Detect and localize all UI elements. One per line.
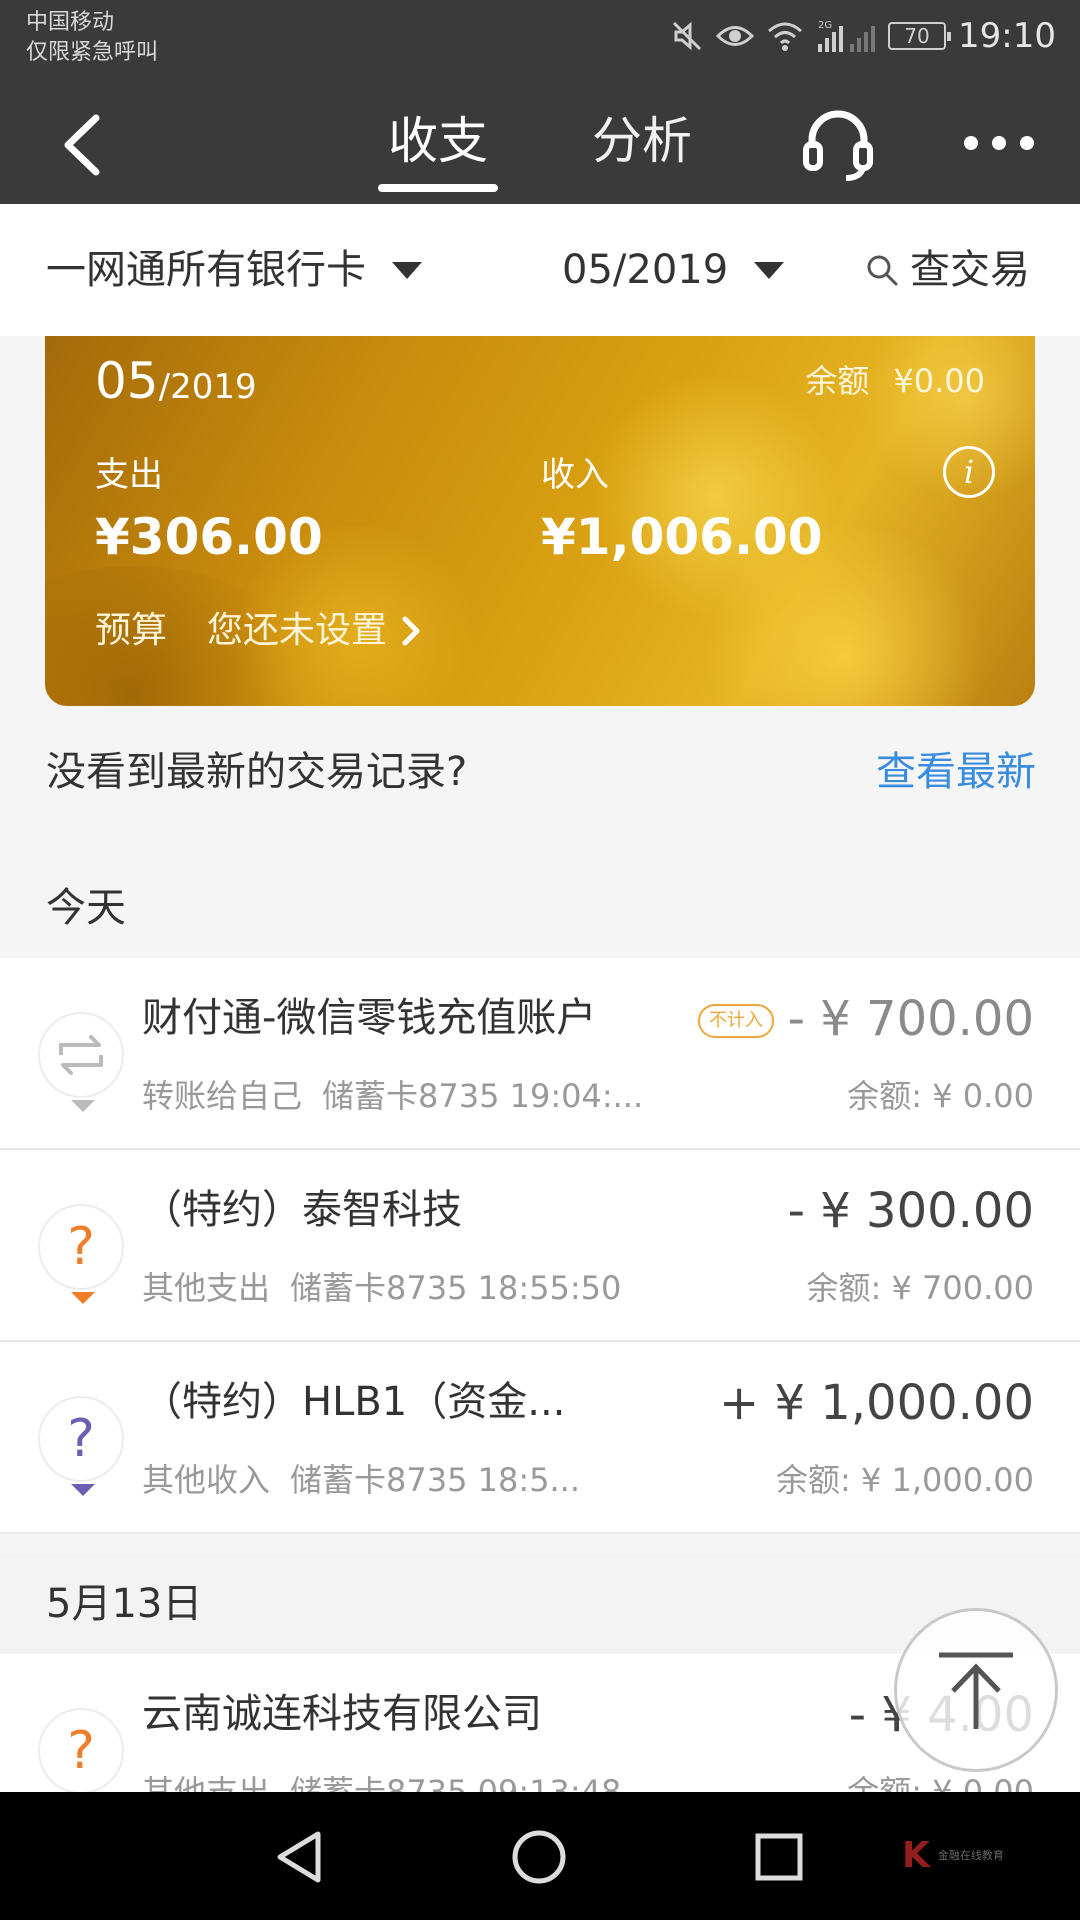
caret-down-icon — [392, 261, 422, 279]
search-transactions-label: 查交易 — [910, 247, 1030, 293]
more-icon-dot — [992, 136, 1006, 150]
icon-pointer — [71, 1292, 95, 1304]
transaction-title: 云南诚连科技有限公司 — [142, 1691, 542, 1737]
summary-balance: 余额 ¥0.00 — [805, 356, 985, 406]
system-back-button[interactable] — [264, 1822, 334, 1892]
transaction-amount: - ¥ 700.00 — [787, 991, 1034, 1047]
month-filter-dropdown[interactable]: 05/2019 — [562, 242, 785, 298]
info-icon[interactable]: i — [943, 446, 995, 498]
arrow-up-icon — [939, 1652, 1013, 1729]
transaction-account: 储蓄卡8735 18:55:50 — [290, 1269, 622, 1307]
carrier-info: 中国移动 仅限紧急呼叫 — [26, 8, 158, 68]
watermark: K 金融在线教育 — [902, 1836, 1004, 1876]
eye-icon — [716, 19, 755, 53]
transaction-category: 其他收入 — [142, 1461, 271, 1499]
question-icon: ? — [38, 1708, 124, 1808]
transaction-row[interactable]: ? （特约）HLB1（资金... 其他收入 储蓄卡8735 18:5... + ¥… — [0, 1342, 1080, 1534]
view-latest-link[interactable]: 查看最新 — [876, 744, 1036, 800]
status-icons: 2G 70 19:10 — [670, 10, 1056, 62]
month-filter-label: 05/2019 — [562, 247, 729, 293]
expense-amount: ¥306.00 — [95, 508, 323, 566]
transaction-account: 储蓄卡8735 18:5... — [290, 1461, 581, 1499]
customer-service-button[interactable] — [798, 104, 878, 184]
caret-down-icon — [754, 261, 785, 279]
summary-year: /2019 — [158, 367, 257, 407]
income-amount: ¥1,006.00 — [541, 508, 823, 566]
tab-analysis[interactable]: 分析 — [592, 106, 692, 176]
filter-row: 一网通所有银行卡 05/2019 查交易 — [0, 204, 1080, 336]
balance-value: ¥0.00 — [893, 362, 985, 400]
expense-label: 支出 — [95, 455, 163, 495]
refresh-prompt: 没看到最新的交易记录? — [46, 749, 468, 795]
transaction-details: 其他支出 储蓄卡8735 18:55:50 — [142, 1266, 621, 1310]
icon-pointer — [71, 1100, 95, 1112]
carrier-name: 中国移动 — [26, 10, 115, 35]
status-clock: 19:10 — [958, 16, 1056, 56]
system-navigation-bar: K 金融在线教育 — [0, 1792, 1080, 1920]
triangle-back-icon — [277, 1831, 321, 1883]
transaction-details: 其他收入 储蓄卡8735 18:5... — [142, 1458, 580, 1502]
transaction-balance: 余额: ¥ 0.00 — [847, 1077, 1034, 1115]
chevron-right-icon — [402, 616, 420, 646]
watermark-logo: K — [902, 1835, 930, 1876]
system-home-button[interactable] — [504, 1822, 574, 1892]
income-label: 收入 — [541, 455, 609, 495]
budget-label: 预算 — [95, 610, 168, 651]
watermark-text: 金融在线教育 — [937, 1849, 1004, 1862]
active-tab-indicator — [378, 184, 498, 192]
more-button[interactable] — [964, 128, 1034, 158]
question-icon: ? — [38, 1396, 124, 1496]
tab-income-expense[interactable]: 收支 — [388, 106, 488, 176]
excluded-badge: 不计入 — [698, 1004, 774, 1038]
card-filter-label: 一网通所有银行卡 — [46, 247, 366, 293]
budget-status: 您还未设置 — [207, 610, 388, 651]
search-icon — [867, 255, 898, 286]
transaction-details: 转账给自己 储蓄卡8735 19:04:... — [142, 1074, 643, 1118]
transaction-amount: - ¥ 300.00 — [787, 1183, 1034, 1239]
transaction-account: 储蓄卡8735 19:04:... — [322, 1077, 644, 1115]
budget-setting-link[interactable]: 预算 您还未设置 — [95, 606, 421, 656]
circle-home-icon — [512, 1830, 566, 1884]
transaction-category: 其他支出 — [142, 1269, 271, 1307]
refresh-row: 没看到最新的交易记录? 查看最新 — [46, 744, 1036, 800]
square-recents-icon — [755, 1833, 803, 1881]
icon-pointer — [71, 1484, 95, 1496]
transaction-title: （特约）HLB1（资金... — [142, 1379, 566, 1425]
mute-icon — [670, 19, 704, 53]
search-transactions-button[interactable]: 查交易 — [866, 242, 1030, 298]
transaction-balance: 余额: ¥ 1,000.00 — [776, 1461, 1034, 1499]
wifi-icon — [766, 19, 804, 53]
card-filter-dropdown[interactable]: 一网通所有银行卡 — [46, 242, 422, 298]
monthly-summary-card[interactable]: 05/2019 余额 ¥0.00 支出 ¥306.00 收入 ¥1,006.00 … — [45, 336, 1035, 706]
summary-month: 05/2019 — [95, 346, 257, 422]
summary-month-number: 05 — [95, 352, 159, 410]
back-to-top-button[interactable] — [894, 1608, 1058, 1772]
status-bar: 中国移动 仅限紧急呼叫 2G 70 19:10 — [0, 0, 1080, 84]
more-icon-dot — [1020, 136, 1034, 150]
network-type-label: 2G — [818, 20, 832, 31]
question-icon: ? — [38, 1204, 124, 1304]
transfer-icon — [38, 1012, 124, 1112]
transaction-row[interactable]: 财付通-微信零钱充值账户 不计入 转账给自己 储蓄卡8735 19:04:... … — [0, 958, 1080, 1150]
battery-indicator: 70 — [888, 22, 952, 50]
headset-icon — [803, 110, 873, 181]
flower-decoration — [585, 376, 845, 616]
transaction-balance: 余额: ¥ 700.00 — [806, 1269, 1034, 1307]
signal-icon: 2G — [816, 18, 876, 54]
date-group-header: 今天 — [46, 885, 126, 931]
app-root: 中国移动 仅限紧急呼叫 2G 70 19:10 收支 分析 一网通所有银行卡 0… — [0, 0, 1080, 1920]
back-button[interactable] — [56, 110, 116, 180]
top-nav-bar: 收支 分析 — [0, 84, 1080, 204]
back-icon — [64, 114, 100, 176]
transaction-title: （特约）泰智科技 — [142, 1187, 462, 1233]
system-recents-button[interactable] — [744, 1822, 814, 1892]
balance-label: 余额 — [805, 362, 870, 400]
transaction-category: 转账给自己 — [142, 1077, 303, 1115]
transaction-title: 财付通-微信零钱充值账户 — [142, 995, 597, 1041]
transaction-row[interactable]: ? （特约）泰智科技 其他支出 储蓄卡8735 18:55:50 - ¥ 300.… — [0, 1150, 1080, 1342]
carrier-note: 仅限紧急呼叫 — [26, 40, 159, 65]
more-icon-dot — [964, 136, 978, 150]
transaction-amount: + ¥ 1,000.00 — [718, 1375, 1034, 1431]
